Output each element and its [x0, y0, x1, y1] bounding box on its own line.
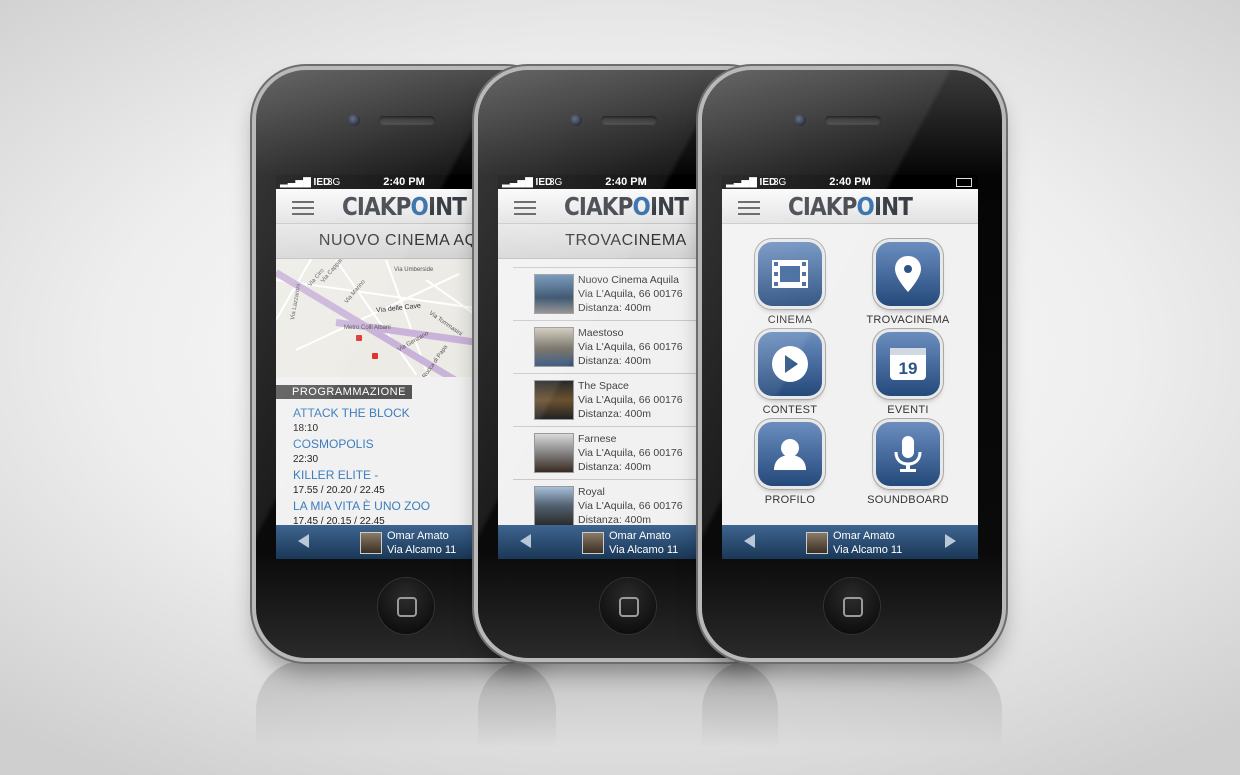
- cinema-thumbnail: [534, 486, 574, 526]
- home-button[interactable]: [378, 578, 434, 634]
- programming-heading: PROGRAMMAZIONE: [276, 385, 412, 399]
- screen-home-menu: ▂▃▅▇ IED 3G 2:40 PM CIAKPOINT CINEMA TRO…: [722, 175, 978, 559]
- phone-home-menu: ▂▃▅▇ IED 3G 2:40 PM CIAKPOINT CINEMA TRO…: [702, 70, 1002, 658]
- home-button[interactable]: [600, 578, 656, 634]
- cinema-name: Nuovo Cinema Aquila: [578, 274, 679, 286]
- cinema-address: Via L'Aquila, 66 00176: [578, 447, 683, 459]
- menu-contest[interactable]: CONTEST: [734, 332, 846, 416]
- cinema-address: Via L'Aquila, 66 00176: [578, 288, 683, 300]
- user-name: Omar Amato: [609, 530, 671, 542]
- phone-reflection: [702, 660, 1002, 770]
- avatar[interactable]: [806, 532, 828, 554]
- menu-label: EVENTI: [887, 404, 929, 416]
- app-header: CIAKPOINT: [722, 189, 978, 224]
- cinema-thumbnail: [534, 380, 574, 420]
- front-camera: [794, 114, 806, 126]
- cinema-distance: Distanza: 400m: [578, 355, 651, 367]
- menu-soundboard[interactable]: SOUNDBOARD: [852, 422, 964, 506]
- cinema-distance: Distanza: 400m: [578, 302, 651, 314]
- menu-trovacinema[interactable]: TROVACINEMA: [852, 242, 964, 326]
- metro-station-icon: [372, 353, 378, 359]
- previous-arrow-icon[interactable]: [520, 534, 531, 548]
- avatar[interactable]: [360, 532, 382, 554]
- cinema-address: Via L'Aquila, 66 00176: [578, 341, 683, 353]
- user-name: Omar Amato: [833, 530, 895, 542]
- clock: 2:40 PM: [829, 176, 871, 188]
- menu-label: CINEMA: [767, 314, 813, 326]
- map-street-label: Via delle Cave: [375, 302, 422, 315]
- cinema-distance: Distanza: 400m: [578, 408, 651, 420]
- cinema-name: Maestoso: [578, 327, 624, 339]
- avatar[interactable]: [582, 532, 604, 554]
- earpiece-speaker: [601, 116, 657, 125]
- user-address: Via Alcamo 11: [387, 544, 457, 556]
- main-menu-grid: CINEMA TROVACINEMA CONTEST 19 EVENTI PRO…: [722, 224, 978, 524]
- menu-label: SOUNDBOARD: [867, 494, 949, 506]
- map-pin-icon: [876, 242, 940, 306]
- front-camera: [570, 114, 582, 126]
- battery-icon: [956, 178, 972, 187]
- menu-cinema[interactable]: CINEMA: [734, 242, 846, 326]
- menu-label: TROVACINEMA: [866, 314, 950, 326]
- menu-profilo[interactable]: PROFILO: [734, 422, 846, 506]
- menu-eventi[interactable]: 19 EVENTI: [852, 332, 964, 416]
- cinema-thumbnail: [534, 433, 574, 473]
- cinema-thumbnail: [534, 327, 574, 367]
- user-bar: Omar Amato Via Alcamo 11: [722, 525, 978, 559]
- film-icon: [758, 242, 822, 306]
- earpiece-speaker: [825, 116, 881, 125]
- play-icon: [758, 332, 822, 396]
- user-address: Via Alcamo 11: [833, 544, 903, 556]
- cinema-name: Royal: [578, 486, 605, 498]
- front-camera: [348, 114, 360, 126]
- cinema-distance: Distanza: 400m: [578, 461, 651, 473]
- user-address: Via Alcamo 11: [609, 544, 679, 556]
- cinema-address: Via L'Aquila, 66 00176: [578, 394, 683, 406]
- map-label: Via Umberside: [394, 267, 434, 273]
- user-icon: [758, 422, 822, 486]
- metro-station-icon: [356, 335, 362, 341]
- user-name: Omar Amato: [387, 530, 449, 542]
- cinema-name: The Space: [578, 380, 629, 392]
- menu-label: PROFILO: [764, 494, 816, 506]
- calendar-icon: 19: [876, 332, 940, 396]
- home-button[interactable]: [824, 578, 880, 634]
- next-arrow-icon[interactable]: [945, 534, 956, 548]
- menu-label: CONTEST: [762, 404, 818, 416]
- cinema-thumbnail: [534, 274, 574, 314]
- map-label: Metro Colli Albani: [344, 325, 391, 331]
- microphone-icon: [876, 422, 940, 486]
- cinema-name: Farnese: [578, 433, 617, 445]
- showcase-scene: ▂▃▅▇ IED 3G 2:40 PM CIAKPOINT NUOVO CINE…: [0, 0, 1240, 775]
- earpiece-speaker: [379, 116, 435, 125]
- previous-arrow-icon[interactable]: [298, 534, 309, 548]
- calendar-day: 19: [898, 359, 918, 378]
- previous-arrow-icon[interactable]: [744, 534, 755, 548]
- ciakpoint-logo: CIAKPOINT: [787, 192, 913, 221]
- status-bar: ▂▃▅▇ IED 3G 2:40 PM: [722, 175, 978, 189]
- cinema-address: Via L'Aquila, 66 00176: [578, 500, 683, 512]
